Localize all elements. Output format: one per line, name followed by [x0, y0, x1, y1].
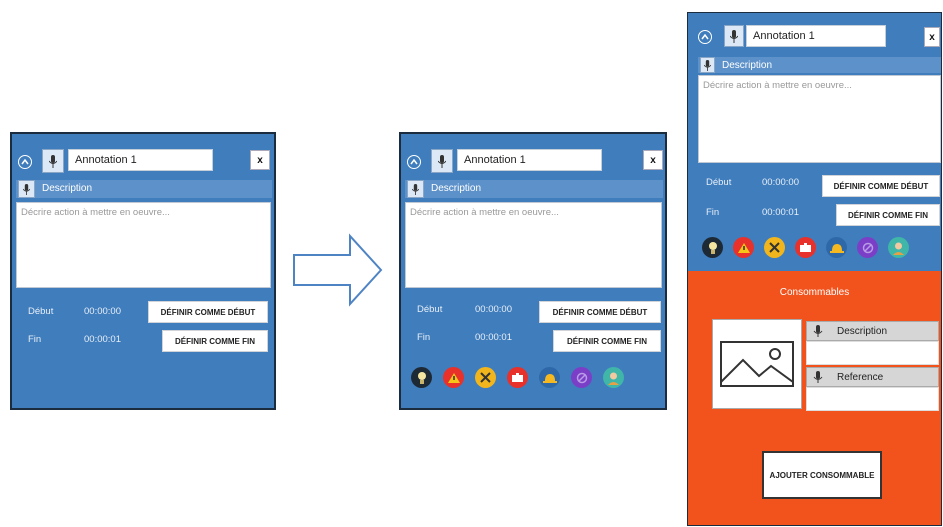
description-label: Description [431, 183, 482, 194]
start-time: 00:00:00 [475, 304, 512, 315]
consumable-reference-input[interactable] [806, 387, 939, 411]
warning-icon[interactable] [443, 367, 464, 388]
description-textarea[interactable]: Décrire action à mettre en oeuvre... [405, 202, 662, 288]
end-time: 00:00:01 [84, 334, 121, 345]
category-icon-row [702, 237, 909, 258]
consumables-title: Consommables [779, 287, 850, 298]
collapse-icon[interactable] [18, 155, 32, 169]
consumable-description-header: Description [806, 321, 939, 341]
person-icon[interactable] [603, 367, 624, 388]
end-time: 00:00:01 [475, 332, 512, 343]
image-placeholder[interactable] [712, 319, 802, 409]
start-label: Début [706, 177, 732, 188]
description-textarea[interactable]: Décrire action à mettre en oeuvre... [698, 75, 941, 163]
set-end-button[interactable]: DÉFINIR COMME FIN [553, 330, 661, 352]
start-time: 00:00:00 [84, 306, 121, 317]
annotation-panel-2: Annotation 1 x Description Décrire actio… [399, 132, 667, 410]
close-button[interactable]: x [643, 150, 663, 170]
helmet-icon[interactable] [826, 237, 847, 258]
annotation-title-input[interactable]: Annotation 1 [746, 25, 886, 47]
helmet-icon[interactable] [539, 367, 560, 388]
set-end-button[interactable]: DÉFINIR COMME FIN [836, 204, 940, 226]
annotation-panel-1: Annotation 1 x Description Décrire actio… [10, 132, 276, 410]
start-label: Début [417, 304, 443, 315]
arrow-right-icon [293, 233, 383, 307]
set-start-button[interactable]: DÉFINIR COMME DÉBUT [148, 301, 268, 323]
description-mic-icon[interactable] [700, 57, 715, 73]
annotation-title-input[interactable]: Annotation 1 [68, 149, 213, 171]
end-label: Fin [28, 334, 42, 345]
consumables-section: Consommables Description Reference AJOUT… [688, 271, 941, 525]
end-label: Fin [706, 207, 720, 218]
tools-icon[interactable] [764, 237, 785, 258]
set-start-button[interactable]: DÉFINIR COMME DÉBUT [539, 301, 661, 323]
add-consumable-button[interactable]: AJOUTER CONSOMMABLE [762, 451, 882, 499]
mic-icon[interactable] [807, 324, 829, 338]
description-label: Description [42, 183, 93, 194]
person-icon[interactable] [888, 237, 909, 258]
category-icon-row [411, 367, 635, 388]
tools-icon[interactable] [475, 367, 496, 388]
toolbox-icon[interactable] [795, 237, 816, 258]
warning-icon[interactable] [733, 237, 754, 258]
annotation-panel-3: Annotation 1 x Description Décrire actio… [687, 12, 942, 526]
start-label: Début [28, 306, 54, 317]
description-mic-icon[interactable] [18, 180, 35, 198]
collapse-icon[interactable] [407, 155, 421, 169]
end-label: Fin [417, 332, 431, 343]
consumable-description-input[interactable] [806, 341, 939, 365]
title-mic-icon[interactable] [42, 149, 64, 173]
start-time: 00:00:00 [762, 177, 799, 188]
end-time: 00:00:01 [762, 207, 799, 218]
consumable-description-label: Description [837, 325, 888, 337]
title-mic-icon[interactable] [724, 25, 744, 47]
close-button[interactable]: x [924, 27, 940, 47]
collapse-icon[interactable] [698, 30, 712, 44]
image-icon [720, 341, 794, 387]
forbidden-icon[interactable] [571, 367, 592, 388]
description-textarea[interactable]: Décrire action à mettre en oeuvre... [16, 202, 271, 288]
description-mic-icon[interactable] [407, 180, 424, 198]
consumable-reference-header: Reference [806, 367, 939, 387]
title-mic-icon[interactable] [431, 149, 453, 173]
description-label: Description [722, 60, 773, 71]
toolbox-icon[interactable] [507, 367, 528, 388]
lightbulb-icon[interactable] [702, 237, 723, 258]
annotation-title-input[interactable]: Annotation 1 [457, 149, 602, 171]
consumable-reference-label: Reference [837, 371, 884, 383]
lightbulb-icon[interactable] [411, 367, 432, 388]
mic-icon[interactable] [807, 370, 829, 384]
set-end-button[interactable]: DÉFINIR COMME FIN [162, 330, 268, 352]
close-button[interactable]: x [250, 150, 270, 170]
set-start-button[interactable]: DÉFINIR COMME DÉBUT [822, 175, 940, 197]
forbidden-icon[interactable] [857, 237, 878, 258]
